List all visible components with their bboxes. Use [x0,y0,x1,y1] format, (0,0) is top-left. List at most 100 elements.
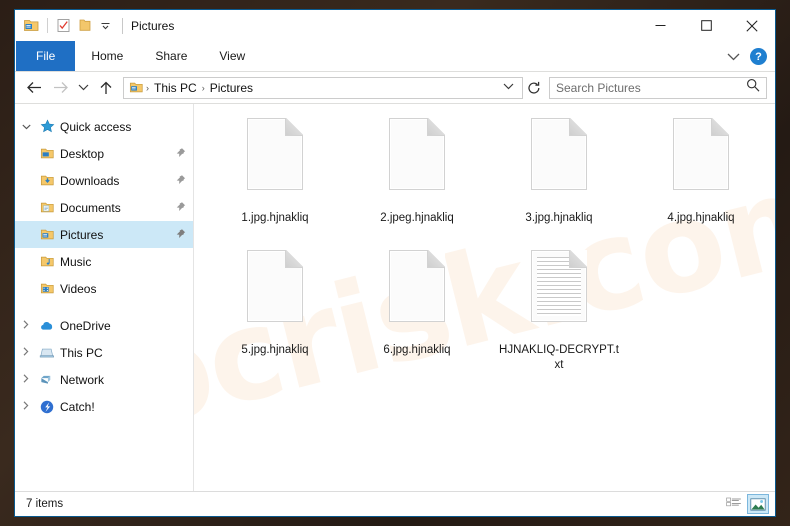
sidebar-item-onedrive[interactable]: OneDrive [15,312,193,339]
search-icon[interactable] [746,78,760,97]
window-title: Pictures [131,18,175,33]
sidebar-item-network[interactable]: Network [15,366,193,393]
tab-share[interactable]: Share [139,41,203,71]
search-box[interactable]: Search Pictures [549,76,767,99]
up-button[interactable] [93,76,119,100]
sidebar-item-videos[interactable]: Videos [15,275,193,302]
sidebar-item-quick-access[interactable]: Quick access [15,113,193,140]
folder-music-icon [37,254,57,269]
folder-videos-icon [37,281,57,296]
sidebar-item-label: Documents [60,200,121,215]
tab-view[interactable]: View [203,41,261,71]
sidebar-item-label: Desktop [60,146,105,161]
tab-file[interactable]: File [16,41,76,71]
explorer-body: Quick access Desktop Downloads Documents… [15,103,775,491]
sidebar-item-label: This PC [60,345,103,360]
file-grid: 1.jpg.hjnakliq 2.jpeg.hjnakliq 3.jpg.hjn… [204,114,775,378]
sidebar-item-documents[interactable]: Documents [15,194,193,221]
sidebar-item-label: Videos [60,281,97,296]
file-list-pane[interactable]: pcrisk.com 1.jpg.hjnakliq 2.jpeg.hjnakli [194,104,775,491]
file-item[interactable]: 4.jpg.hjnakliq [630,114,772,246]
item-count-label: 7 items [26,498,64,510]
chevron-right-icon[interactable] [15,374,37,385]
sidebar-item-label: Quick access [60,119,132,134]
sidebar-item-label: OneDrive [60,318,111,333]
sidebar-item-catch[interactable]: Catch! [15,393,193,420]
pin-icon[interactable] [173,201,187,215]
sidebar-item-pictures[interactable]: Pictures [15,221,193,248]
folder-pictures-icon [37,227,57,242]
pin-icon[interactable] [173,147,187,161]
blank-page-icon [383,118,451,206]
navigation-pane: Quick access Desktop Downloads Documents… [15,104,194,491]
file-name: 3.jpg.hjnakliq [525,212,593,224]
sidebar-item-music[interactable]: Music [15,248,193,275]
sidebar-item-label: Music [60,254,92,269]
chevron-down-icon[interactable] [15,122,37,132]
large-icons-view-icon[interactable] [747,494,769,514]
refresh-button[interactable] [523,77,545,99]
pin-icon[interactable] [173,228,187,242]
address-bar: › This PC › Pictures Search Pictures [15,72,775,103]
view-mode-buttons [723,494,769,514]
file-explorer-window: Pictures File Home Share View ? › This P… [14,9,776,517]
sidebar-item-this-pc[interactable]: This PC [15,339,193,366]
file-item[interactable]: HJNAKLIQ-DECRYPT.txt [488,246,630,378]
back-button[interactable] [21,76,47,100]
file-name: 2.jpeg.hjnakliq [380,212,454,224]
pin-icon[interactable] [173,174,187,188]
file-item[interactable]: 3.jpg.hjnakliq [488,114,630,246]
file-item[interactable]: 6.jpg.hjnakliq [346,246,488,378]
forward-button[interactable] [47,76,73,100]
sidebar-item-label: Network [60,372,105,387]
sidebar-item-downloads[interactable]: Downloads [15,167,193,194]
file-item[interactable]: 5.jpg.hjnakliq [204,246,346,378]
search-input[interactable]: Search Pictures [556,81,746,95]
desktop-background: Pictures File Home Share View ? › This P… [0,0,790,526]
close-button[interactable] [729,10,775,41]
blank-page-icon [667,118,735,206]
onedrive-cloud-icon [37,318,57,334]
checklist-icon[interactable] [55,17,72,34]
file-name: 5.jpg.hjnakliq [241,344,309,356]
file-name: 1.jpg.hjnakliq [241,212,309,224]
breadcrumb-bar[interactable]: › This PC › Pictures [123,76,523,99]
folder-icon[interactable] [76,17,93,34]
minimize-button[interactable] [637,10,683,41]
this-pc-icon [37,345,57,361]
expand-ribbon-chevron-icon[interactable] [727,48,740,66]
details-view-icon[interactable] [723,494,745,514]
chevron-right-icon[interactable] [15,347,37,358]
ribbon-right-controls: ? [727,41,767,72]
chevron-right-icon[interactable] [15,401,37,412]
catch-app-icon [37,399,57,415]
address-dropdown-icon[interactable] [497,82,520,93]
quick-access-toolbar [15,17,114,34]
recent-locations-button[interactable] [73,76,93,100]
network-icon [37,372,57,388]
nav-group-gap [15,302,193,312]
status-bar: 7 items [15,491,775,516]
maximize-button[interactable] [683,10,729,41]
blank-page-icon [383,250,451,338]
blank-page-icon [525,118,593,206]
file-name: 6.jpg.hjnakliq [383,344,451,356]
ribbon-tab-bar: File Home Share View ? [15,41,775,72]
file-item[interactable]: 1.jpg.hjnakliq [204,114,346,246]
folder-desktop-icon [37,146,57,161]
sidebar-item-label: Downloads [60,173,120,188]
star-icon [37,119,57,134]
breadcrumb-pictures[interactable]: Pictures [206,81,257,95]
help-icon[interactable]: ? [750,48,767,65]
breadcrumb-this-pc[interactable]: This PC [150,81,201,95]
blank-page-icon [241,118,309,206]
title-bar: Pictures [15,10,775,41]
file-item[interactable]: 2.jpeg.hjnakliq [346,114,488,246]
sidebar-item-desktop[interactable]: Desktop [15,140,193,167]
chevron-right-icon[interactable] [15,320,37,331]
tab-home[interactable]: Home [75,41,139,71]
folder-properties-icon[interactable] [23,17,40,34]
chevron-down-icon[interactable] [97,17,114,34]
file-name: HJNAKLIQ-DECRYPT.txt [499,344,619,371]
toolbar-divider [47,18,48,33]
